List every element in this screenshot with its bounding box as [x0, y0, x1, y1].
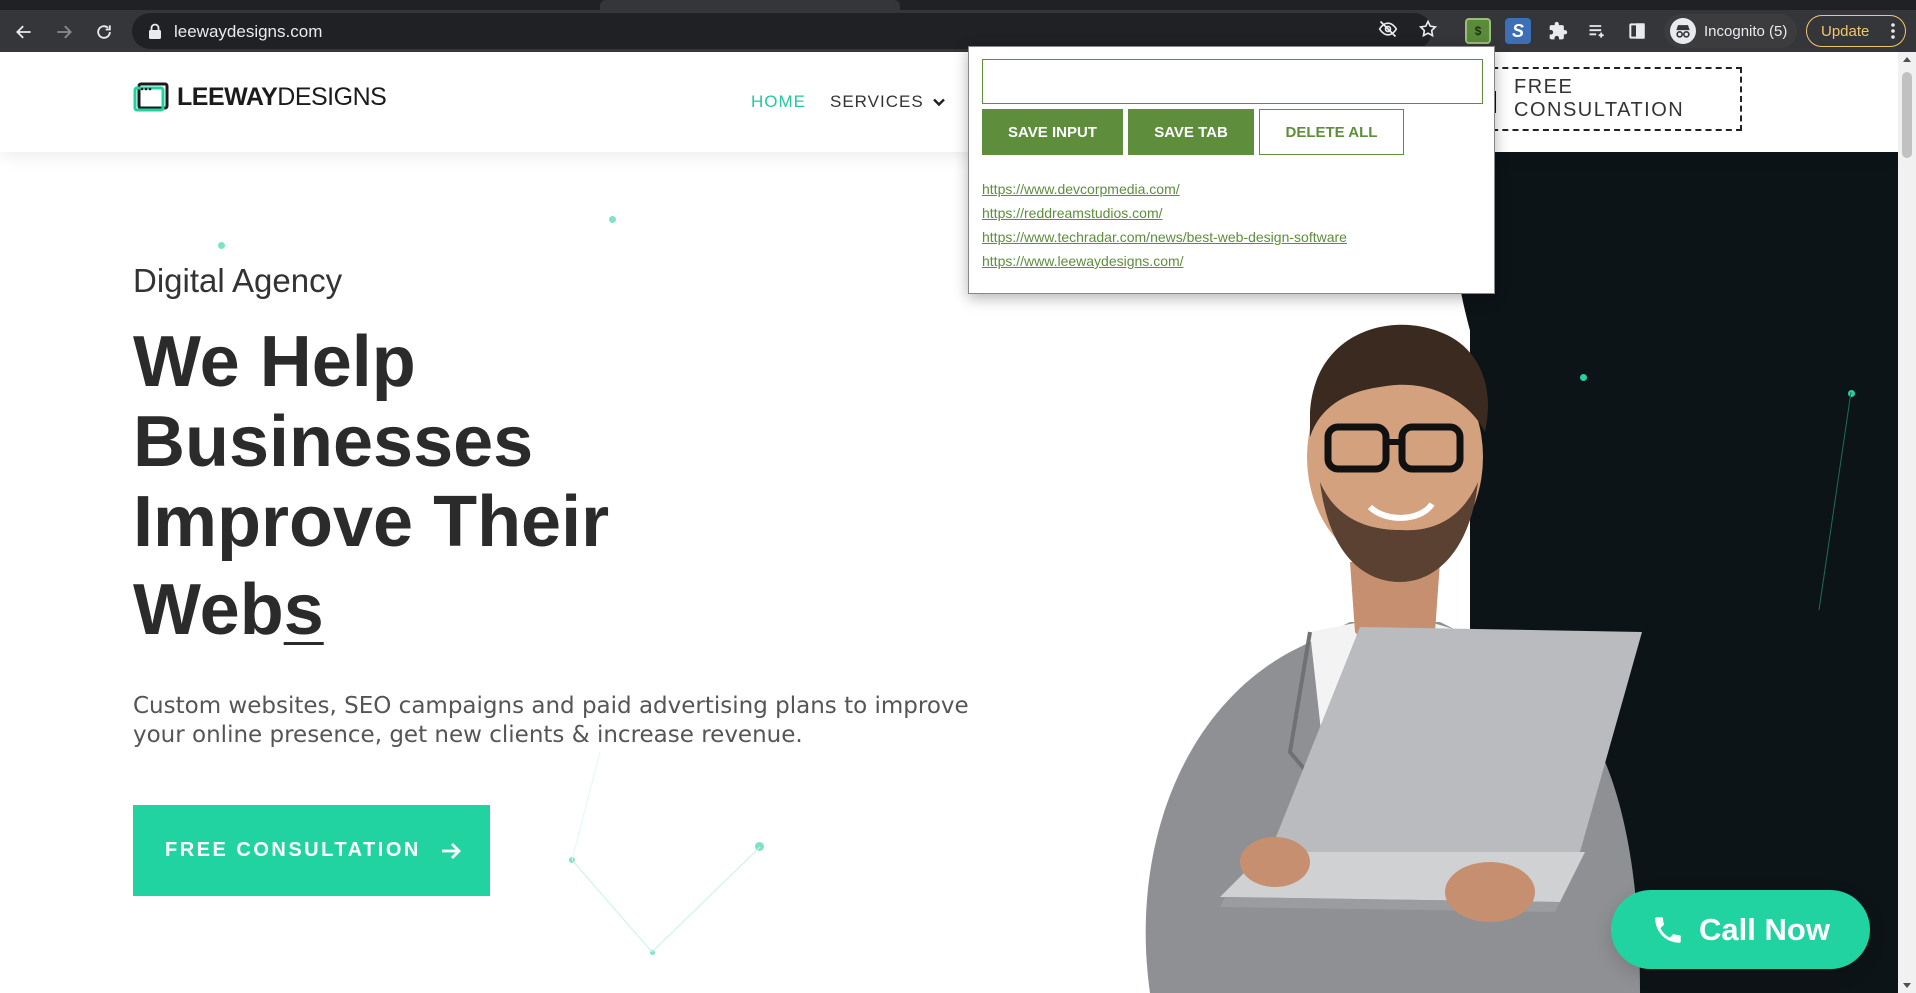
saved-link[interactable]: https://www.leewaydesigns.com/ [982, 253, 1184, 269]
hero-lead-text: Custom websites, SEO campaigns and paid … [133, 693, 969, 748]
nav-services-label: SERVICES [830, 92, 924, 111]
list-item: https://reddreamstudios.com/ [982, 201, 1347, 225]
decor-dot [609, 216, 616, 223]
saved-link[interactable]: https://www.devcorpmedia.com/ [982, 181, 1180, 197]
saved-links-list: https://www.devcorpmedia.com/ https://re… [982, 177, 1347, 273]
save-links-extension-icon[interactable]: $ [1465, 18, 1491, 44]
nav-home[interactable]: HOME [751, 92, 806, 112]
lock-icon[interactable] [148, 23, 162, 39]
headline-line: Improve Their [133, 482, 610, 562]
decor-line-dark [1818, 392, 1852, 611]
hero-free-consultation-button[interactable]: FREE CONSULTATION [133, 805, 490, 896]
logo-text-bold: LEEWAY [177, 82, 278, 111]
reload-icon[interactable] [90, 18, 118, 46]
web-page: LEEWAY DESIGNS HOME SERVICES FREE CONSUL… [0, 52, 1898, 993]
extension-popup: SAVE INPUT SAVE TAB DELETE ALL https://w… [968, 46, 1495, 294]
scroll-up-icon[interactable] [1903, 57, 1911, 62]
side-panel-icon[interactable] [1627, 21, 1647, 41]
call-now-button[interactable]: Call Now [1611, 890, 1870, 969]
incognito-label: Incognito (5) [1704, 22, 1788, 40]
hero-subtitle: Digital Agency [133, 262, 343, 299]
update-button[interactable]: Update [1806, 15, 1906, 47]
address-bar[interactable]: leewaydesigns.com [132, 13, 1432, 49]
headline-typing-cursor: s [283, 570, 324, 650]
headline-typed-text: Web [133, 570, 284, 650]
site-logo[interactable]: LEEWAY DESIGNS [133, 82, 387, 112]
star-icon[interactable] [1418, 19, 1438, 39]
chevron-down-icon [932, 98, 945, 107]
headline-typed-line: Webs [133, 570, 833, 650]
saved-link[interactable]: https://reddreamstudios.com/ [982, 205, 1163, 221]
headline-line: Businesses [133, 402, 534, 482]
incognito-indicator[interactable]: Incognito (5) [1664, 14, 1798, 48]
decor-dot [218, 242, 225, 249]
more-vert-icon[interactable] [1891, 23, 1895, 39]
link-input[interactable] [982, 59, 1483, 104]
s-extension-label: S [1511, 20, 1524, 41]
list-item: https://www.techradar.com/news/best-web-… [982, 225, 1347, 249]
puzzle-icon[interactable] [1548, 21, 1568, 41]
hero-person-image [1145, 324, 1642, 993]
tab-strip [0, 0, 1916, 10]
logo-mark-icon [133, 82, 169, 112]
list-item: https://www.leewaydesigns.com/ [982, 249, 1347, 273]
forward-arrow-icon[interactable] [50, 18, 78, 46]
headline-line: We Help [133, 322, 416, 402]
incognito-avatar-icon [1670, 18, 1696, 44]
scroll-down-icon[interactable] [1903, 983, 1911, 988]
url-text: leewaydesigns.com [174, 22, 323, 41]
back-arrow-icon[interactable] [10, 18, 38, 46]
reading-list-icon[interactable] [1587, 21, 1607, 41]
active-tab-edge[interactable] [600, 0, 900, 10]
save-tab-button[interactable]: SAVE TAB [1128, 109, 1254, 155]
list-item: https://www.devcorpmedia.com/ [982, 177, 1347, 201]
call-now-label: Call Now [1699, 911, 1830, 947]
logo-text-light: DESIGNS [277, 82, 387, 111]
saved-link[interactable]: https://www.techradar.com/news/best-web-… [982, 229, 1347, 245]
eye-off-icon[interactable] [1378, 19, 1398, 39]
page-scrollbar[interactable] [1898, 52, 1916, 993]
hero-headline: We Help Businesses Improve Their Webs [133, 322, 833, 650]
browser-toolbar: leewaydesigns.com $ S Incognito (5) Upda… [0, 10, 1916, 52]
save-input-button[interactable]: SAVE INPUT [982, 109, 1123, 155]
extension-badge: $ [1474, 24, 1482, 38]
phone-icon [1655, 916, 1681, 943]
arrow-right-icon [441, 842, 461, 859]
decor-lines [571, 752, 761, 953]
hero-cta-label: FREE CONSULTATION [165, 839, 421, 861]
scrollbar-thumb[interactable] [1902, 72, 1912, 158]
s-extension-icon[interactable]: S [1505, 18, 1531, 44]
update-label: Update [1821, 22, 1870, 40]
header-free-consultation-button[interactable]: FREE CONSULTATION [1482, 67, 1742, 131]
nav-services[interactable]: SERVICES [830, 92, 946, 112]
site-header: LEEWAY DESIGNS HOME SERVICES FREE CONSUL… [0, 52, 1898, 152]
delete-all-button[interactable]: DELETE ALL [1259, 109, 1404, 155]
header-cta-label: FREE CONSULTATION [1514, 76, 1685, 121]
